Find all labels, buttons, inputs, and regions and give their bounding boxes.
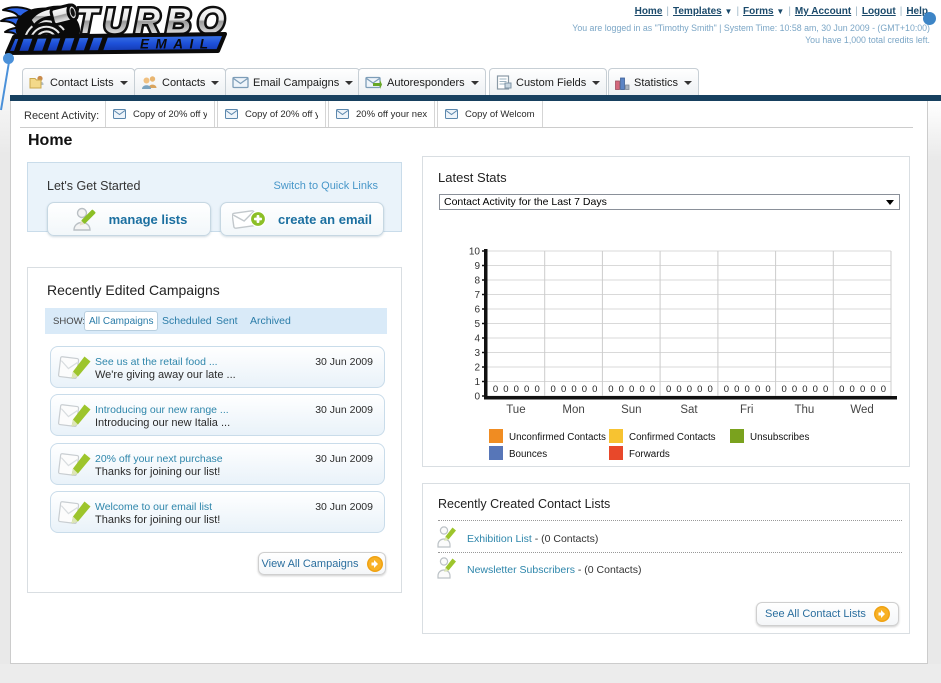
svg-text:Confirmed Contacts: Confirmed Contacts [629, 432, 716, 443]
svg-text:8: 8 [474, 276, 480, 287]
svg-text:0: 0 [813, 384, 818, 395]
svg-text:Bounces: Bounces [509, 449, 547, 460]
svg-text:0: 0 [582, 384, 587, 395]
svg-text:5: 5 [474, 319, 480, 330]
svg-text:9: 9 [474, 261, 480, 272]
svg-text:0: 0 [503, 384, 508, 395]
svg-text:6: 6 [474, 305, 480, 316]
svg-text:0: 0 [839, 384, 844, 395]
svg-text:Mon: Mon [562, 404, 584, 416]
svg-text:0: 0 [765, 384, 770, 395]
svg-text:Sun: Sun [621, 404, 641, 416]
svg-text:4: 4 [474, 334, 480, 345]
svg-text:0: 0 [850, 384, 855, 395]
svg-text:Unconfirmed Contacts: Unconfirmed Contacts [509, 432, 606, 443]
svg-text:Fri: Fri [740, 404, 753, 416]
svg-text:0: 0 [619, 384, 624, 395]
svg-text:0: 0 [639, 384, 644, 395]
svg-text:Unsubscribes: Unsubscribes [750, 432, 809, 443]
svg-text:0: 0 [734, 384, 739, 395]
svg-text:0: 0 [708, 384, 713, 395]
svg-text:0: 0 [823, 384, 828, 395]
svg-text:0: 0 [745, 384, 750, 395]
svg-text:0: 0 [676, 384, 681, 395]
svg-text:0: 0 [755, 384, 760, 395]
svg-text:7: 7 [474, 290, 480, 301]
svg-text:0: 0 [534, 384, 539, 395]
svg-text:0: 0 [881, 384, 886, 395]
svg-text:Forwards: Forwards [629, 449, 670, 460]
svg-text:0: 0 [629, 384, 634, 395]
svg-text:0: 0 [687, 384, 692, 395]
svg-text:0: 0 [474, 392, 480, 403]
svg-text:1: 1 [474, 377, 480, 388]
svg-text:0: 0 [870, 384, 875, 395]
svg-text:0: 0 [551, 384, 556, 395]
svg-text:0: 0 [608, 384, 613, 395]
svg-text:EMAIL: EMAIL [140, 37, 215, 52]
svg-text:0: 0 [724, 384, 729, 395]
svg-text:0: 0 [524, 384, 529, 395]
svg-text:0: 0 [666, 384, 671, 395]
svg-text:Thu: Thu [794, 404, 814, 416]
svg-text:0: 0 [697, 384, 702, 395]
svg-text:Tue: Tue [506, 404, 525, 416]
svg-text:0: 0 [571, 384, 576, 395]
svg-text:0: 0 [561, 384, 566, 395]
svg-text:0: 0 [493, 384, 498, 395]
svg-text:2: 2 [474, 363, 480, 374]
svg-text:0: 0 [792, 384, 797, 395]
svg-text:0: 0 [514, 384, 519, 395]
svg-text:0: 0 [650, 384, 655, 395]
svg-text:10: 10 [469, 247, 481, 258]
svg-text:0: 0 [802, 384, 807, 395]
svg-text:Sat: Sat [680, 404, 698, 416]
svg-text:3: 3 [474, 348, 480, 359]
svg-text:0: 0 [860, 384, 865, 395]
svg-text:Wed: Wed [850, 404, 873, 416]
svg-text:0: 0 [592, 384, 597, 395]
svg-text:0: 0 [781, 384, 786, 395]
